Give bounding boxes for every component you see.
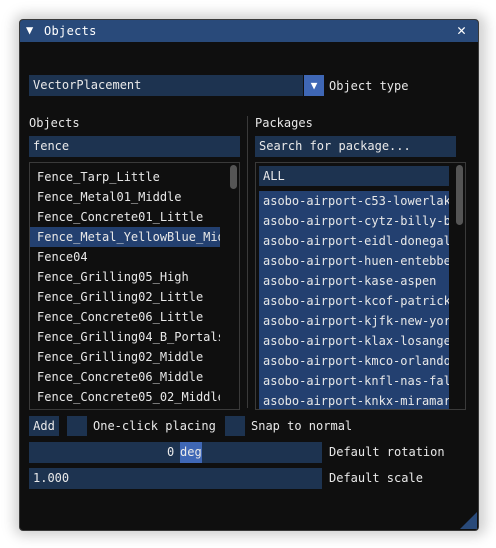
- rotation-unit: deg: [180, 442, 202, 463]
- packages-scroll-thumb[interactable]: [456, 165, 463, 225]
- package-rows: asobo-airport-c53-lowerlake asobo-airport…: [259, 191, 449, 409]
- object-type-value: VectorPlacement: [33, 78, 142, 92]
- rotation-label: Default rotation: [329, 445, 445, 459]
- objects-filter-input[interactable]: fence: [29, 136, 240, 157]
- package-list-item[interactable]: asobo-airport-eidl-donegal: [259, 231, 449, 251]
- package-search-placeholder: Search for package...: [259, 139, 411, 153]
- one-click-label: One-click placing: [93, 419, 216, 433]
- package-list-item[interactable]: asobo-airport-cytz-billy-bishop: [259, 211, 449, 231]
- title-bar[interactable]: ▼ Objects ✕: [20, 20, 478, 42]
- objects-header: Objects: [29, 116, 80, 130]
- object-list-item[interactable]: Fence_Concrete05_02_Middle: [30, 387, 220, 407]
- object-list-item[interactable]: Fence_Concrete06_Little: [30, 307, 220, 327]
- object-list-item[interactable]: Fence_Metal_YellowBlue_Middle: [30, 227, 220, 247]
- package-all-option[interactable]: ALL: [259, 166, 449, 186]
- object-type-combo[interactable]: VectorPlacement: [29, 75, 303, 96]
- package-list-item[interactable]: asobo-airport-knkx-miramar: [259, 391, 449, 409]
- objects-scrollbar[interactable]: [228, 163, 239, 409]
- objects-list[interactable]: Fence_Tarp_Little Fence_Metal01_Middle Fen…: [29, 162, 240, 410]
- package-list-item[interactable]: asobo-airport-kcof-patrick: [259, 291, 449, 311]
- object-list-item[interactable]: Fence_Tarp_Little: [30, 167, 220, 187]
- objects-rows: Fence_Tarp_Little Fence_Metal01_Middle Fen…: [30, 163, 220, 407]
- resize-grip-icon[interactable]: [460, 512, 477, 529]
- one-click-checkbox[interactable]: [67, 416, 87, 436]
- package-list-item[interactable]: asobo-airport-c53-lowerlake: [259, 191, 449, 211]
- collapse-arrow-icon[interactable]: ▼: [26, 23, 33, 37]
- column-divider: [247, 116, 248, 408]
- package-list-item[interactable]: asobo-airport-kase-aspen: [259, 271, 449, 291]
- scale-input[interactable]: 1.000: [29, 468, 322, 489]
- window-title: Objects: [44, 24, 97, 38]
- object-list-item[interactable]: Fence_Grilling04_B_Portals: [30, 327, 220, 347]
- object-list-item[interactable]: Fence_Grilling05_High: [30, 267, 220, 287]
- package-all-label: ALL: [263, 169, 285, 183]
- package-list-item[interactable]: asobo-airport-klax-losangeles: [259, 331, 449, 351]
- package-list-item[interactable]: asobo-airport-huen-entebbe: [259, 251, 449, 271]
- packages-scrollbar[interactable]: [454, 163, 465, 409]
- close-icon[interactable]: ✕: [457, 21, 466, 39]
- objects-filter-value: fence: [33, 139, 70, 153]
- objects-scroll-thumb[interactable]: [230, 165, 237, 189]
- object-type-label: Object type: [329, 79, 409, 93]
- rotation-input[interactable]: 0 deg: [29, 442, 322, 463]
- package-list-item[interactable]: asobo-airport-kjfk-new-york: [259, 311, 449, 331]
- scale-value: 1.000: [33, 471, 70, 485]
- object-list-item[interactable]: Fence_Concrete06_Middle: [30, 367, 220, 387]
- add-button[interactable]: Add: [29, 416, 59, 436]
- package-search-input[interactable]: Search for package...: [255, 136, 456, 157]
- snap-checkbox[interactable]: [225, 416, 245, 436]
- snap-label: Snap to normal: [251, 419, 353, 433]
- object-list-item[interactable]: Fence_Concrete01_Little: [30, 207, 220, 227]
- object-list-item[interactable]: Fence04: [30, 247, 220, 267]
- packages-list[interactable]: ALL asobo-airport-c53-lowerlake asobo-air…: [255, 162, 466, 410]
- object-list-item[interactable]: Fence_Grilling02_Little: [30, 287, 220, 307]
- rotation-value: 0: [167, 445, 175, 459]
- package-list-item[interactable]: asobo-airport-knfl-nas-fallon: [259, 371, 449, 391]
- package-list-item[interactable]: asobo-airport-kmco-orlando: [259, 351, 449, 371]
- packages-header: Packages: [255, 116, 313, 130]
- object-list-item[interactable]: Fence_Metal01_Middle: [30, 187, 220, 207]
- objects-window: ▼ Objects ✕ VectorPlacement ▼ Object typ…: [19, 19, 479, 531]
- chevron-down-icon[interactable]: ▼: [304, 75, 324, 96]
- object-list-item[interactable]: Fence_Grilling02_Middle: [30, 347, 220, 367]
- scale-label: Default scale: [329, 471, 423, 485]
